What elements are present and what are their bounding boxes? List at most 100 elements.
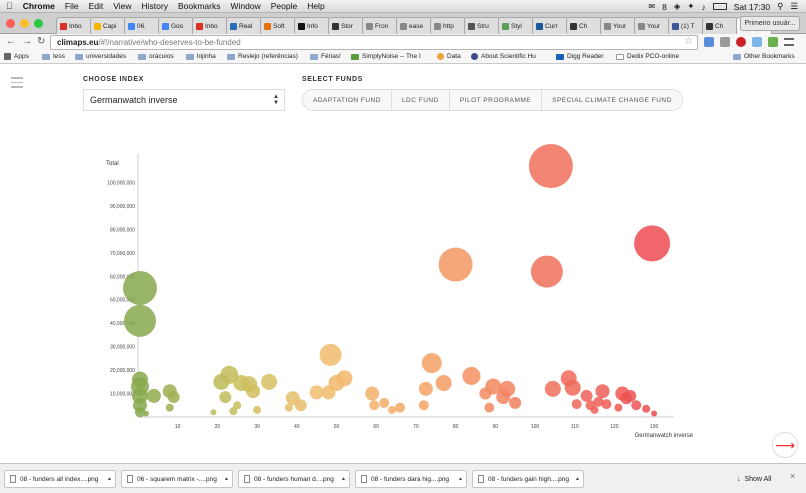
download-item[interactable]: 08 - funders dara hig....png ▲ (355, 470, 467, 488)
caret-icon[interactable]: ▲ (107, 476, 112, 482)
bubble-point (253, 405, 262, 414)
wifi-icon[interactable]: ◈ (674, 1, 681, 12)
caret-icon[interactable]: ▲ (458, 476, 463, 482)
close-window-icon[interactable] (6, 19, 15, 28)
browser-tab[interactable]: ease (396, 17, 432, 34)
show-all-downloads-button[interactable]: ↓ Show All (737, 471, 771, 487)
bookmark-scientific[interactable]: About Scientific Hu (471, 53, 536, 60)
close-shelf-icon[interactable]: × (790, 471, 795, 481)
browser-tab[interactable]: 06. (124, 17, 160, 34)
bookmark-folder-lojinha[interactable]: lojinha (186, 53, 216, 60)
bluetooth-icon[interactable]: ✦ (687, 1, 694, 12)
data-icon (437, 53, 444, 60)
browser-tab[interactable]: Info (294, 17, 330, 34)
caret-icon[interactable]: ▲ (341, 476, 346, 482)
extension-icon-5[interactable] (768, 37, 778, 47)
download-item[interactable]: 08 - funders gain high....png ▲ (472, 470, 584, 488)
browser-tab[interactable]: Inbo (56, 17, 92, 34)
bubble-chart: Total Germanwatch inverse 10,000,000 20,000… (106, 144, 694, 439)
profile-button[interactable]: Primeiro usuár... (740, 16, 800, 31)
menu-bookmarks[interactable]: Bookmarks (178, 1, 221, 11)
browser-tab[interactable]: Inbo (192, 17, 228, 34)
menu-edit[interactable]: Edit (89, 1, 104, 11)
menu-view[interactable]: View (113, 1, 131, 11)
bubble-point (146, 388, 161, 403)
browser-tab[interactable]: Real (226, 17, 262, 34)
battery-icon[interactable] (712, 3, 727, 10)
bookmark-star-icon[interactable]: ☆ (684, 36, 693, 47)
menu-file[interactable]: File (65, 1, 79, 11)
bookmark-data[interactable]: Data (437, 53, 461, 60)
bookmark-apps[interactable]: Apps (4, 53, 29, 60)
bubble-point (336, 370, 353, 387)
browser-tab[interactable]: Styl (498, 17, 534, 34)
extension-icon-4[interactable] (752, 37, 762, 47)
address-bar[interactable]: climaps.eu /#!/narrative/who-deserves-to… (50, 35, 698, 50)
search-icon[interactable]: ⚲ (777, 1, 783, 12)
menubar-clock[interactable]: Sat 17:30 (734, 2, 770, 12)
app-menu[interactable]: Chrome (23, 1, 55, 11)
caret-icon[interactable]: ▲ (575, 476, 580, 482)
bookmark-dedix[interactable]: Dedix PCO-online (616, 53, 679, 60)
page-icon (616, 53, 624, 60)
bookmark-folder-oraculos[interactable]: orácuios (138, 53, 174, 60)
extension-icon-1[interactable] (704, 37, 714, 47)
folder-icon (733, 53, 741, 60)
apple-icon[interactable]:  (6, 1, 13, 11)
browser-tab[interactable]: Soft (260, 17, 296, 34)
menu-history[interactable]: History (142, 1, 168, 11)
gmail-status-icon[interactable]: ✉ (648, 2, 655, 11)
tab-favicon-icon (298, 22, 305, 30)
tab-favicon-icon (332, 22, 339, 30)
browser-tab[interactable]: Your (600, 17, 636, 34)
x-tick-label: 10 (175, 424, 181, 430)
bookmark-other[interactable]: Other Bookmarks (733, 53, 795, 60)
download-item[interactable]: 06 - squarem matrix -....png ▲ (121, 470, 233, 488)
back-icon[interactable]: ← (6, 36, 16, 47)
bookmark-folder-reslejo[interactable]: Reslejo (referências) (227, 53, 298, 60)
browser-tab[interactable]: Stru (464, 17, 500, 34)
bookmark-folder-ferias[interactable]: Férias! (310, 53, 341, 60)
menu-help[interactable]: Help (307, 1, 324, 11)
notification-badge[interactable]: 8 (662, 2, 667, 12)
x-tick-label: 40 (294, 424, 300, 430)
tab-label: ease (409, 22, 424, 30)
eyedropper-icon[interactable] (720, 37, 730, 47)
forward-icon[interactable]: → (22, 36, 32, 47)
caret-icon[interactable]: ▲ (224, 476, 229, 482)
browser-tab[interactable]: Ch (566, 17, 602, 34)
apps-grid-icon (4, 53, 11, 60)
browser-tab[interactable]: http (430, 17, 466, 34)
browser-tab[interactable]: Fron (362, 17, 398, 34)
x-tick-label: 120 (610, 424, 619, 430)
bookmark-digg-reader[interactable]: Digg Reader (556, 53, 604, 60)
pinterest-icon[interactable] (736, 37, 746, 47)
volume-icon[interactable]: ♪ (702, 2, 706, 12)
tab-favicon-icon (366, 22, 373, 30)
browser-tab[interactable]: Your (634, 17, 670, 34)
bookmark-simplynoise[interactable]: SimplyNoise -- The I (351, 53, 421, 60)
bookmark-folder-universidades[interactable]: universidades (75, 53, 126, 60)
browser-tab[interactable]: (1) T (668, 17, 704, 34)
tab-label: Capi (103, 22, 117, 30)
url-host: climaps.eu (57, 38, 99, 47)
bookmark-folder-tess[interactable]: tess (42, 53, 65, 60)
browser-tab[interactable]: Capi (90, 17, 126, 34)
browser-tab[interactable]: Curr (532, 17, 568, 34)
browser-tab[interactable]: Ch (702, 17, 738, 34)
menu-people[interactable]: People (271, 1, 297, 11)
chrome-menu-icon[interactable] (784, 38, 794, 46)
next-arrow-button[interactable]: ⟶ (772, 432, 798, 458)
download-item[interactable]: 08 - funders human d....png ▲ (238, 470, 350, 488)
browser-tab[interactable]: Goo (158, 17, 194, 34)
tab-favicon-icon (400, 22, 407, 30)
reload-icon[interactable]: ↻ (37, 36, 45, 47)
tab-favicon-icon (264, 22, 271, 30)
minimize-window-icon[interactable] (20, 19, 29, 28)
download-item[interactable]: 08 - funders all index....png ▲ (4, 470, 116, 488)
browser-tab[interactable]: Stor (328, 17, 364, 34)
zoom-window-icon[interactable] (34, 19, 43, 28)
list-icon[interactable]: ☰ (790, 1, 798, 12)
menu-window[interactable]: Window (230, 1, 260, 11)
tab-favicon-icon (162, 22, 169, 30)
